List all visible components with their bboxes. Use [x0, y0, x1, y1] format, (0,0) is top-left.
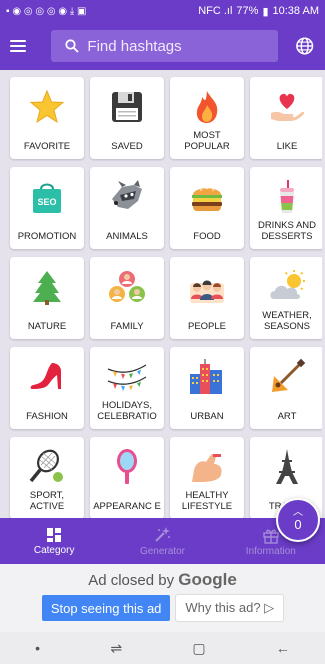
clock: 10:38 AM: [272, 5, 319, 17]
balalaika-icon: [267, 357, 307, 397]
raccoon-icon: [107, 177, 147, 217]
category-weather-seasons[interactable]: WEATHER, SEASONS: [250, 257, 322, 339]
category-animals[interactable]: ANIMALS: [90, 167, 164, 249]
search-input[interactable]: Find hashtags: [51, 30, 278, 62]
floppy-disk-icon: [107, 87, 147, 127]
recent-apps-icon[interactable]: ⇌: [110, 640, 122, 657]
why-this-ad-button[interactable]: Why this ad? ▷: [176, 595, 284, 621]
signal-indicator: NFC .ıl: [198, 5, 233, 17]
battery-icon: ▮: [262, 5, 269, 18]
family-icon: [107, 267, 147, 307]
back-icon[interactable]: ←: [276, 640, 290, 656]
tree-icon: [27, 267, 67, 307]
category-healthy-lifestyle[interactable]: HEALTHY LIFESTYLE: [170, 437, 244, 518]
garland-icon: [107, 357, 147, 397]
stop-seeing-ad-button[interactable]: Stop seeing this ad: [41, 595, 171, 621]
grid-icon: [47, 527, 62, 542]
category-fashion[interactable]: FASHION: [10, 347, 84, 429]
category-favorite[interactable]: FAVORITE: [10, 77, 84, 159]
tab-generator[interactable]: Generator: [108, 518, 216, 564]
tab-information-label: Information: [245, 545, 296, 557]
category-art[interactable]: ART: [250, 347, 322, 429]
category-appearance[interactable]: APPEARANC E: [90, 437, 164, 518]
globe-icon[interactable]: [294, 35, 315, 57]
category-most-popular[interactable]: MOST POPULAR: [170, 77, 244, 159]
eiffel-tower-icon: [267, 447, 307, 487]
bicep-icon: [187, 447, 227, 487]
scroll-top-counter-button[interactable]: ︿ 0: [276, 498, 320, 542]
buildings-icon: [187, 357, 227, 397]
category-food[interactable]: FOOD: [170, 167, 244, 249]
system-navigation-bar: • ⇌ ▢ ←: [0, 632, 325, 664]
nav-dot-icon: •: [35, 640, 41, 656]
svg-text:SEO: SEO: [37, 197, 56, 207]
flame-icon: [187, 87, 227, 127]
star-icon: [27, 87, 67, 127]
category-saved[interactable]: SAVED: [90, 77, 164, 159]
mirror-icon: [107, 447, 147, 487]
category-sport-active[interactable]: SPORT, ACTIVE: [10, 437, 84, 518]
magic-wand-icon: [155, 526, 171, 542]
weather-icon: [267, 267, 307, 307]
drink-icon: [267, 177, 307, 217]
category-drinks-and-desserts[interactable]: DRINKS AND DESSERTS: [250, 167, 322, 249]
category-nature[interactable]: NATURE: [10, 257, 84, 339]
category-urban[interactable]: URBAN: [170, 347, 244, 429]
tab-generator-label: Generator: [139, 545, 185, 557]
search-icon: [65, 39, 80, 53]
people-icon: [187, 267, 227, 307]
category-like[interactable]: LIKE: [250, 77, 322, 159]
home-icon[interactable]: ▢: [192, 640, 205, 657]
google-logo: Google: [178, 570, 237, 589]
category-family[interactable]: FAMILY: [90, 257, 164, 339]
selected-count: 0: [294, 517, 302, 532]
tennis-icon: [27, 447, 67, 487]
hamburger-menu-icon[interactable]: [10, 35, 31, 57]
category-promotion[interactable]: SEO PROMOTION: [10, 167, 84, 249]
burger-icon: [187, 177, 227, 217]
notification-icons: ▪ ◉ ◎ ◎ ◎ ◉ ⤓ ▣: [6, 5, 87, 17]
ad-closed-message: Ad closed by Google: [88, 570, 237, 589]
tab-category-label: Category: [33, 544, 75, 556]
category-holidays-celebrations[interactable]: HOLIDAYS, CELEBRATIO: [90, 347, 164, 429]
category-people[interactable]: PEOPLE: [170, 257, 244, 339]
app-bar: Find hashtags: [0, 22, 325, 70]
tab-category[interactable]: Category: [0, 518, 108, 564]
high-heel-icon: [27, 357, 67, 397]
seo-bag-icon: SEO: [27, 177, 67, 217]
search-placeholder: Find hashtags: [87, 37, 182, 55]
battery-level: 77%: [236, 5, 259, 17]
status-bar: ▪ ◉ ◎ ◎ ◎ ◉ ⤓ ▣ NFC .ıl 77% ▮ 10:38 AM: [0, 0, 325, 22]
ad-banner: Ad closed by Google Stop seeing this ad …: [0, 564, 325, 632]
category-grid: FAVORITE SAVED MOST POPULAR LIKE SEO PRO…: [4, 74, 322, 518]
heart-hand-icon: [267, 87, 307, 127]
